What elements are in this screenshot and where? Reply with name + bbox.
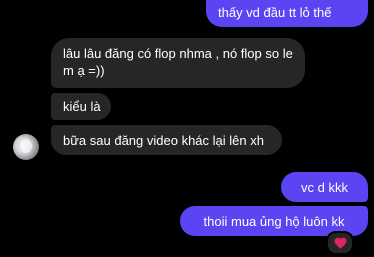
sent-message-bubble[interactable]: vc d kkk bbox=[281, 172, 368, 202]
received-message-bubble[interactable]: lâu lâu đăng có flop nhma , nó flop so l… bbox=[51, 38, 305, 88]
contact-avatar[interactable] bbox=[13, 134, 39, 160]
heart-icon bbox=[334, 237, 346, 249]
received-message-bubble[interactable]: kiểu là bbox=[51, 93, 111, 120]
received-message-bubble[interactable]: bữa sau đăng video khác lại lên xh bbox=[51, 125, 282, 155]
sent-message-bubble[interactable]: thấy vd đầu tt lỏ thế bbox=[206, 0, 368, 27]
message-reaction[interactable] bbox=[326, 231, 354, 255]
